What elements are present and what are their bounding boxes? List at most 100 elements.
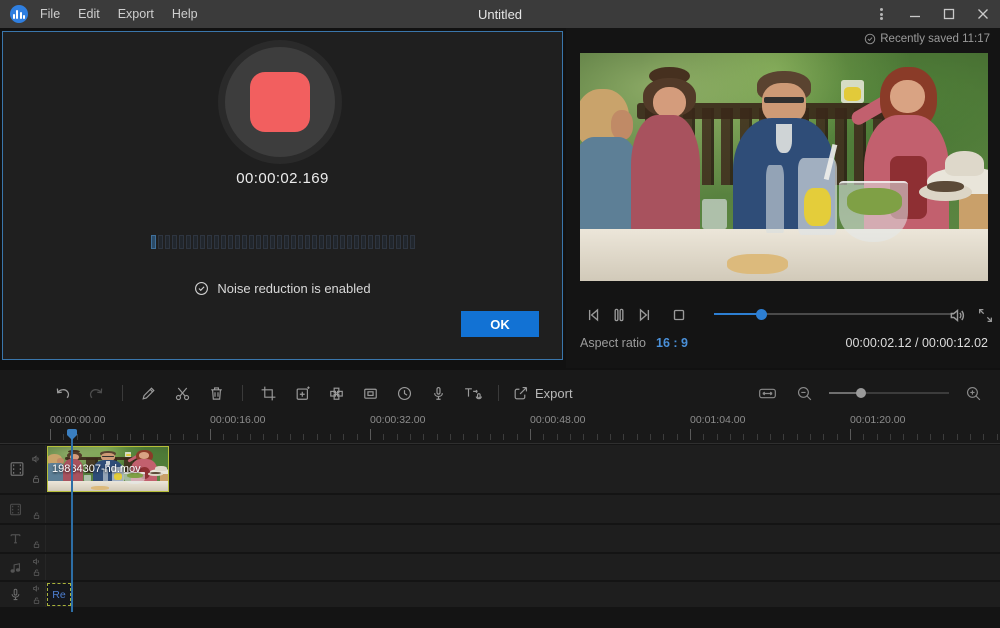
meter-segment <box>319 235 324 249</box>
maximize-button[interactable] <box>932 0 966 28</box>
zoom-out-button[interactable] <box>792 381 817 406</box>
duration-clock-button[interactable] <box>392 381 417 406</box>
track-lock-icon[interactable] <box>31 474 41 484</box>
ruler-tick <box>797 434 798 440</box>
overlay-track[interactable] <box>0 495 1000 523</box>
ruler-label: 00:00:00.00 <box>50 414 105 426</box>
ruler-tick <box>823 434 824 440</box>
overlay-track-head <box>0 495 46 523</box>
menu-edit[interactable]: Edit <box>78 7 114 21</box>
mosaic-button[interactable] <box>324 381 349 406</box>
ruler-tick <box>157 434 158 440</box>
ruler-tick <box>250 434 251 440</box>
track-lock-icon[interactable] <box>32 596 41 605</box>
track-area: 19884307-hd.mov <box>0 443 1000 628</box>
text-track[interactable] <box>0 525 1000 552</box>
pause-button[interactable] <box>606 305 632 325</box>
meter-segment <box>235 235 240 249</box>
timeline-zoom-slider[interactable] <box>829 392 949 394</box>
menu-export[interactable]: Export <box>118 7 168 21</box>
ruler-tick <box>930 434 931 440</box>
track-mute-icon[interactable] <box>32 584 41 593</box>
aspect-ratio-value[interactable]: 16 : 9 <box>656 336 688 350</box>
stop-icon <box>250 72 310 132</box>
meter-segment <box>410 235 415 249</box>
freeze-frame-button[interactable] <box>358 381 383 406</box>
edit-pencil-button[interactable] <box>136 381 161 406</box>
split-scissors-button[interactable] <box>170 381 195 406</box>
more-options-icon[interactable] <box>864 0 898 28</box>
ruler-tick <box>117 434 118 440</box>
ruler-tick <box>623 434 624 440</box>
undo-button[interactable] <box>50 381 75 406</box>
minimize-button[interactable] <box>898 0 932 28</box>
ruler-tick <box>383 434 384 440</box>
ruler-tick <box>717 434 718 440</box>
ok-button[interactable]: OK <box>461 311 539 337</box>
meter-segment <box>200 235 205 249</box>
ruler-tick <box>357 434 358 440</box>
meter-segment <box>228 235 233 249</box>
track-mute-icon[interactable] <box>31 454 41 464</box>
menu-help[interactable]: Help <box>172 7 212 21</box>
voiceover-track[interactable]: Re <box>0 582 1000 607</box>
ruler-tick <box>557 434 558 440</box>
ruler-tick <box>197 434 198 440</box>
voiceover-recording-clip[interactable]: Re <box>47 583 71 606</box>
voiceover-mic-button[interactable] <box>426 381 451 406</box>
video-track[interactable]: 19884307-hd.mov <box>0 445 1000 493</box>
meter-segment <box>361 235 366 249</box>
zoom-slider-handle[interactable] <box>856 388 866 398</box>
track-lock-icon[interactable] <box>32 568 41 577</box>
stop-recording-button[interactable] <box>225 47 335 157</box>
ruler-tick <box>637 434 638 440</box>
ruler-tick <box>957 434 958 440</box>
timeline-ruler[interactable]: 00:00:00.00 00:00:16.00 00:00:32.00 00:0… <box>0 412 1000 442</box>
title-bar: File Edit Export Help Untitled <box>0 0 1000 28</box>
meter-segment <box>151 235 156 249</box>
redo-button[interactable] <box>84 381 109 406</box>
close-button[interactable] <box>966 0 1000 28</box>
aspect-ratio-label: Aspect ratio <box>580 336 646 350</box>
ruler-tick <box>863 434 864 440</box>
next-frame-button[interactable] <box>632 305 658 325</box>
ruler-tick <box>143 434 144 440</box>
meter-segment <box>179 235 184 249</box>
seek-bar[interactable] <box>714 313 954 315</box>
zoom-frame-button[interactable] <box>290 381 315 406</box>
ruler-tick <box>410 434 411 440</box>
video-clip[interactable]: 19884307-hd.mov <box>47 446 169 492</box>
meter-segment <box>396 235 401 249</box>
ruler-tick <box>597 434 598 440</box>
audio-level-meter <box>151 235 415 249</box>
volume-icon[interactable] <box>944 305 970 325</box>
meter-segment <box>284 235 289 249</box>
ruler-tick <box>503 434 504 440</box>
previous-frame-button[interactable] <box>580 305 606 325</box>
meter-segment <box>165 235 170 249</box>
track-mute-icon[interactable] <box>32 557 41 566</box>
ruler-tick <box>650 434 651 440</box>
meter-segment <box>305 235 310 249</box>
fit-timeline-button[interactable] <box>755 381 780 406</box>
menu-file[interactable]: File <box>40 7 74 21</box>
music-track[interactable] <box>0 554 1000 580</box>
check-circle-icon <box>194 281 209 296</box>
text-to-speech-button[interactable] <box>460 381 485 406</box>
ruler-tick <box>770 434 771 440</box>
delete-trash-button[interactable] <box>204 381 229 406</box>
ruler-tick <box>757 434 758 440</box>
ruler-tick <box>837 434 838 440</box>
track-lock-icon[interactable] <box>32 511 41 520</box>
ruler-tick <box>170 434 171 440</box>
ruler-tick <box>743 434 744 440</box>
ruler-tick <box>50 429 51 440</box>
seek-handle[interactable] <box>756 309 767 320</box>
stop-playback-button[interactable] <box>666 305 692 325</box>
fullscreen-icon[interactable] <box>972 305 998 325</box>
crop-button[interactable] <box>256 381 281 406</box>
export-button[interactable]: Export <box>512 385 573 402</box>
track-lock-icon[interactable] <box>32 540 41 549</box>
ruler-tick <box>303 434 304 440</box>
zoom-in-button[interactable] <box>961 381 986 406</box>
